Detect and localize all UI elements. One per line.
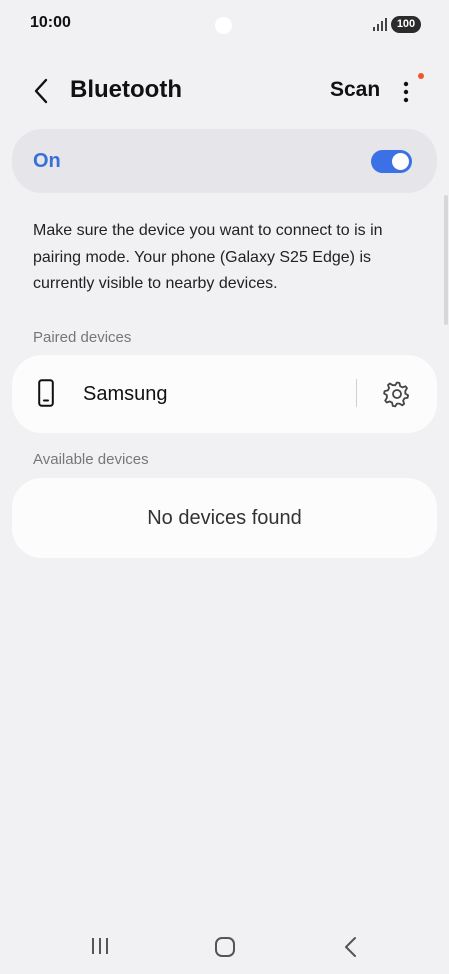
status-bar: 10:00 100 xyxy=(0,0,449,48)
notification-dot xyxy=(418,73,424,79)
status-time: 10:00 xyxy=(30,14,71,31)
app-bar: Bluetooth Scan xyxy=(0,60,449,124)
back-button[interactable] xyxy=(26,76,56,106)
navigation-bar xyxy=(0,918,449,974)
divider xyxy=(356,379,357,407)
available-devices-header: Available devices xyxy=(33,451,149,468)
phone-icon xyxy=(38,379,54,407)
scroll-indicator xyxy=(444,195,448,325)
no-devices-message: No devices found xyxy=(147,507,302,529)
signal-bars-icon xyxy=(373,18,387,31)
bluetooth-switch[interactable] xyxy=(371,150,412,173)
recent-apps-icon[interactable] xyxy=(88,937,112,955)
bluetooth-toggle-row[interactable]: On xyxy=(12,129,437,193)
gear-icon[interactable] xyxy=(383,380,411,408)
chevron-left-icon xyxy=(34,78,48,104)
more-vertical-icon[interactable] xyxy=(394,78,418,106)
switch-knob xyxy=(392,153,409,170)
front-camera xyxy=(215,17,232,34)
paired-device-row[interactable]: Samsung xyxy=(12,355,437,433)
home-icon[interactable] xyxy=(214,936,236,958)
page-title: Bluetooth xyxy=(70,76,182,103)
toggle-label: On xyxy=(33,150,61,172)
scan-button[interactable]: Scan xyxy=(330,78,380,102)
device-name: Samsung xyxy=(83,383,168,405)
back-icon[interactable] xyxy=(342,936,360,958)
pairing-info-text: Make sure the device you want to connect… xyxy=(33,222,383,292)
paired-devices-header: Paired devices xyxy=(33,329,132,346)
available-devices-card: No devices found xyxy=(12,478,437,558)
battery-indicator: 100 xyxy=(391,16,421,33)
